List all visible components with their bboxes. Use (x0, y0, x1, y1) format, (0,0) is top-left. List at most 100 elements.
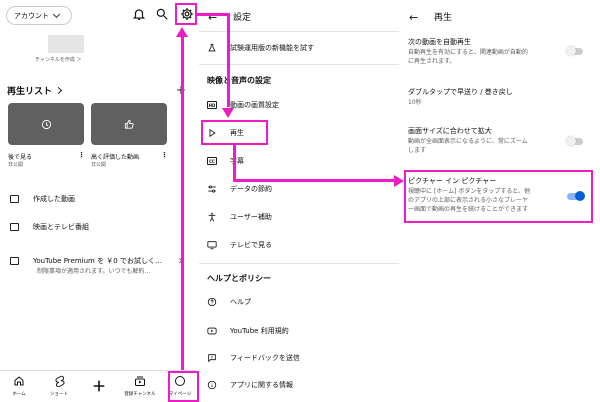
page-title: 再生 (434, 13, 453, 23)
more-options-icon[interactable]: ⋮ (161, 151, 168, 159)
nav-home[interactable]: ホーム (2, 375, 36, 397)
zoom-toggle[interactable] (566, 136, 583, 146)
menu-item-feedback[interactable]: フィードバックを送信 (199, 347, 399, 369)
chevron-right-icon (54, 86, 63, 95)
channel-avatar-placeholder (48, 35, 84, 53)
section-header-video-audio: 映像と音声の設定 (207, 76, 271, 85)
arrow-line (181, 36, 184, 370)
playlists-title: 再生リスト (7, 87, 53, 97)
chevron-down-icon (52, 10, 61, 18)
arrow-line (227, 13, 230, 107)
menu-item-captions[interactable]: CC 字幕 (199, 150, 399, 172)
feedback-icon (208, 354, 216, 363)
playlists-header[interactable]: 再生リスト (7, 84, 63, 97)
menu-item-label: 映画とテレビ番組 (33, 223, 89, 231)
menu-item-label: ヘルプ (230, 298, 251, 306)
setting-desc: 自動再生を有効にすると、関連動画が自動的 に再生されます。 (408, 48, 578, 66)
desc-line: 動画が全画面表示になるように、常にズーム (408, 138, 528, 145)
card-sub: 非公開 (91, 162, 107, 168)
more-options-icon[interactable]: ⋮ (78, 151, 85, 159)
arrow-line (233, 179, 395, 182)
my-page-panel: アカウント チャンネルを作成 ＞ 再生リスト + 後で見る 非公開 ⋮ 高く評価… (0, 0, 196, 402)
menu-item-label: 動画の画質設定 (230, 101, 279, 109)
menu-item-label: アプリに関する情報 (230, 381, 293, 389)
arrow-line (233, 145, 236, 182)
flask-icon (208, 43, 216, 52)
menu-item-accessibility[interactable]: ユーザー補助 (199, 206, 399, 228)
menu-item-label: 作成した動画 (33, 195, 75, 203)
shorts-icon (55, 375, 65, 387)
menu-item-label: 試験運用版の新機能を試す (230, 44, 314, 52)
hd-icon: HD (207, 100, 217, 110)
toggle-knob (566, 136, 576, 146)
highlight-playback (201, 120, 268, 145)
premium-promo[interactable]: YouTube Premium を ￥0 でお試しく… (10, 256, 162, 266)
menu-item-label: データの節約 (230, 185, 272, 193)
setting-title: ダブルタップで早送り / 巻き戻し (408, 88, 513, 96)
menu-item-label: フィードバックを送信 (230, 354, 300, 362)
watch-later-thumbnail[interactable] (8, 103, 84, 145)
nav-label: ショート (50, 392, 68, 397)
desc-line: に再生されます。 (408, 58, 456, 65)
desc-line: します (408, 147, 427, 154)
menu-item-label: YouTube 利用規約 (230, 327, 289, 335)
menu-item-about[interactable]: アプリに関する情報 (199, 374, 399, 396)
accessibility-icon (208, 212, 216, 222)
back-arrow-icon[interactable]: ← (409, 11, 418, 24)
play-box-icon (10, 195, 19, 203)
nav-label: ホーム (12, 392, 26, 397)
nav-subscriptions[interactable]: 登録チャンネル (123, 375, 157, 397)
setting-desc: 動画が全画面表示になるように、常にズーム します (408, 137, 578, 155)
card-title: 後で見る (8, 154, 33, 161)
account-switcher-button[interactable]: アカウント (6, 6, 72, 25)
clock-icon (41, 119, 51, 129)
plus-icon (93, 380, 105, 392)
subscriptions-icon (135, 376, 145, 386)
card-sub: 非公開 (8, 162, 24, 168)
divider (199, 263, 399, 264)
liked-videos-thumbnail[interactable] (91, 103, 167, 145)
account-label: アカウント (14, 11, 49, 20)
menu-item-label: ユーザー補助 (230, 213, 272, 221)
setting-title: 次の動画を自動再生 (408, 38, 471, 46)
help-icon (207, 297, 217, 307)
desc-line: 10秒 (408, 99, 422, 106)
tv-icon (207, 241, 217, 250)
menu-item-help[interactable]: ヘルプ (199, 291, 399, 313)
info-icon (207, 380, 217, 390)
arrow-line (197, 13, 229, 16)
nav-label: 登録チャンネル (124, 392, 156, 397)
page-title: 設定 (233, 13, 252, 23)
setting-desc: 10秒 (408, 98, 578, 107)
search-icon[interactable] (155, 7, 169, 21)
hd-badge: HD (207, 101, 217, 109)
film-icon (10, 223, 19, 231)
desc-line: 自動再生を有効にすると、関連動画が自動的 (408, 49, 528, 56)
highlight-pip (404, 170, 593, 223)
create-channel-link[interactable]: チャンネルを作成 ＞ (35, 56, 81, 63)
bell-icon[interactable] (132, 7, 146, 21)
thumbs-up-icon (124, 119, 134, 129)
sliders-icon (208, 185, 216, 193)
highlight-gear (175, 3, 197, 25)
home-icon (14, 376, 24, 386)
nav-shorts[interactable]: ショート (42, 375, 76, 397)
nav-create[interactable] (82, 375, 116, 398)
card-title: 高く評価した動画 (91, 154, 140, 161)
toggle-knob (566, 46, 576, 56)
youtube-icon (10, 257, 19, 265)
premium-title: YouTube Premium を ￥0 でお試しく… (33, 257, 162, 265)
menu-item-movies[interactable]: 映画とテレビ番組 (10, 222, 89, 232)
cc-icon: CC (207, 156, 217, 166)
menu-item-terms[interactable]: YouTube 利用規約 (199, 320, 399, 342)
menu-item-watch-on-tv[interactable]: テレビで見る (199, 234, 399, 256)
bottom-navigation: ホーム ショート 登録チャンネル マイページ (0, 370, 196, 402)
arrow-head-up (176, 27, 188, 37)
menu-item-label: テレビで見る (230, 241, 272, 249)
youtube-icon (207, 327, 217, 335)
autoplay-toggle[interactable] (566, 46, 583, 56)
cc-badge: CC (207, 157, 217, 165)
arrow-head-down (222, 108, 234, 118)
menu-item-your-videos[interactable]: 作成した動画 (10, 194, 75, 204)
section-header-help: ヘルプとポリシー (207, 274, 271, 283)
